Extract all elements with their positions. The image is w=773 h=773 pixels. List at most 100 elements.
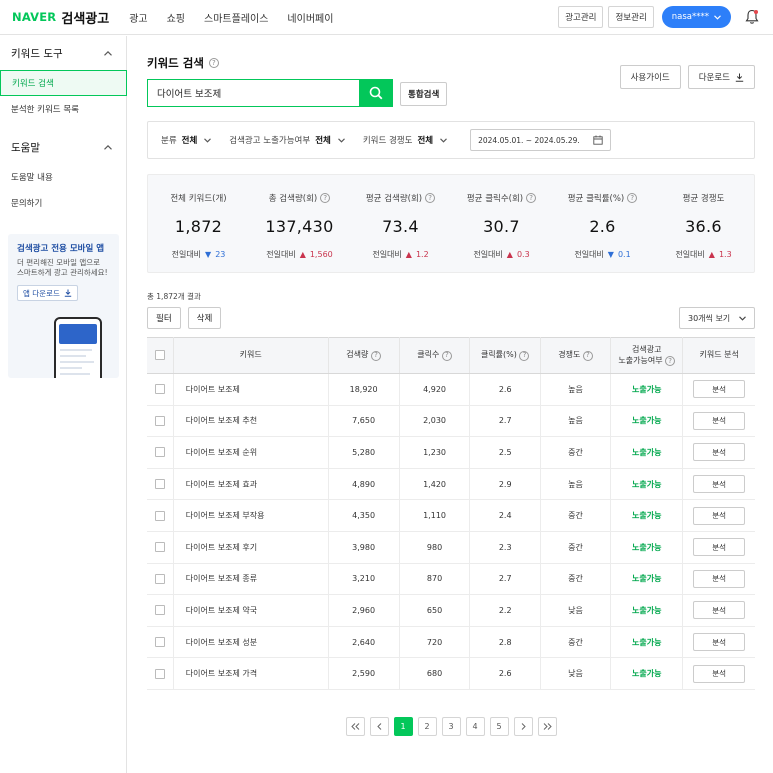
analyze-button[interactable]: 분석 [693, 538, 746, 557]
row-checkbox[interactable] [154, 542, 165, 553]
clicks-cell: 2,030 [399, 405, 471, 438]
analyze-button[interactable]: 분석 [693, 633, 746, 652]
page-number-button[interactable]: 3 [441, 717, 461, 736]
info-manage-button[interactable]: 정보관리 [608, 6, 654, 28]
help-icon[interactable]: ? [370, 350, 381, 361]
analysis-cell: 분석 [682, 626, 755, 659]
sidebar-item-help[interactable]: 도움말 내용 [0, 164, 126, 190]
table-row[interactable]: 다이어트 보조제 가격 2,590 680 2.6 낮음 노출가능 분석 [147, 657, 755, 690]
row-checkbox[interactable] [154, 510, 165, 521]
sidebar-section-keyword-tools[interactable]: 키워드 도구 [0, 36, 126, 70]
table-row[interactable]: 다이어트 보조제 종류 3,210 870 2.7 중간 노출가능 분석 [147, 563, 755, 596]
category-filter[interactable]: 분류 전체 [161, 134, 212, 146]
page-number-button[interactable]: 5 [489, 717, 509, 736]
help-icon[interactable]: ? [526, 193, 537, 203]
row-checkbox[interactable] [154, 637, 165, 648]
select-all-checkbox[interactable] [154, 349, 165, 360]
help-icon[interactable]: ? [425, 193, 436, 203]
sidebar-item-analyzed-list[interactable]: 분석한 키워드 목록 [0, 96, 126, 122]
sidebar-section-help[interactable]: 도움말 [0, 130, 126, 164]
date-range-picker[interactable]: 2024.05.01. ~ 2024.05.29. [470, 129, 612, 151]
sidebar-item-keyword-search[interactable]: 키워드 검색 [0, 70, 127, 96]
table-row[interactable]: 다이어트 보조제 부작용 4,350 1,110 2.4 중간 노출가능 분석 [147, 499, 755, 532]
last-page-button[interactable] [537, 717, 557, 736]
header-volume[interactable]: 검색량 ? [328, 337, 400, 374]
stat-delta: 1.3 [718, 250, 732, 259]
table-header-row: 키워드 검색량 ? 클릭수 ? 클릭률(%) ? 경쟁도 ? 검색광고 노출가능여… [147, 337, 755, 374]
row-checkbox[interactable] [154, 415, 165, 426]
analyze-button[interactable]: 분석 [693, 443, 746, 462]
header-competition[interactable]: 경쟁도 ? [540, 337, 612, 374]
stat-change: 전일대비 ▲ 0.3 [473, 249, 529, 260]
help-icon[interactable]: ? [627, 193, 638, 203]
header-analysis: 키워드 분석 [682, 337, 755, 374]
table-row[interactable]: 다이어트 보조제 성분 2,640 720 2.8 중간 노출가능 분석 [147, 626, 755, 659]
nav-smartplace[interactable]: 스마트플레이스 [204, 10, 268, 25]
analyze-button[interactable]: 분석 [693, 475, 746, 494]
row-checkbox[interactable] [154, 384, 165, 395]
row-checkbox[interactable] [154, 479, 165, 490]
search-button[interactable] [359, 80, 392, 106]
competition-cell: 중간 [540, 563, 612, 596]
filter-label: 키워드 경쟁도 [362, 136, 413, 146]
table-row[interactable]: 다이어트 보조제 추천 7,650 2,030 2.7 높음 노출가능 분석 [147, 405, 755, 438]
header-keyword[interactable]: 키워드 [173, 337, 329, 374]
analyze-button[interactable]: 분석 [693, 601, 746, 620]
row-select-cell [147, 373, 174, 406]
clicks-cell: 4,920 [399, 373, 471, 406]
help-icon[interactable]: ? [208, 58, 219, 68]
table-row[interactable]: 다이어트 보조제 순위 5,280 1,230 2.5 중간 노출가능 분석 [147, 436, 755, 469]
user-guide-button[interactable]: 사용가이드 [619, 65, 681, 89]
header-clicks[interactable]: 클릭수 ? [399, 337, 471, 374]
sidebar-item-inquiry[interactable]: 문의하기 [0, 190, 126, 216]
page-number-button[interactable]: 1 [393, 717, 413, 736]
download-button[interactable]: 다운로드 [687, 65, 755, 89]
stat-change: 전일대비 ▲ 1,560 [266, 249, 333, 260]
help-icon[interactable]: ? [441, 350, 452, 361]
row-checkbox[interactable] [154, 447, 165, 458]
help-icon[interactable]: ? [320, 193, 331, 203]
app-download-button[interactable]: 앱 다운로드 [17, 285, 78, 302]
analyze-button[interactable]: 분석 [693, 506, 746, 525]
bell-icon[interactable] [745, 9, 759, 25]
page-number-button[interactable]: 4 [465, 717, 485, 736]
keyword-search-input[interactable] [148, 80, 359, 106]
download-icon [735, 73, 744, 82]
nav-shopping[interactable]: 쇼핑 [167, 10, 185, 25]
header-exposure[interactable]: 검색광고 노출가능여부 ? [610, 337, 684, 374]
nav-ad[interactable]: 광고 [129, 10, 147, 25]
analyze-button[interactable]: 분석 [693, 664, 746, 683]
help-icon[interactable]: ? [665, 356, 676, 367]
first-page-button[interactable] [345, 717, 365, 736]
row-checkbox[interactable] [154, 605, 165, 616]
table-row[interactable]: 다이어트 보조제 효과 4,890 1,420 2.9 높음 노출가능 분석 [147, 468, 755, 501]
analyze-button[interactable]: 분석 [693, 411, 746, 430]
exposure-status: 노출가능 [632, 416, 662, 426]
next-page-button[interactable] [513, 717, 533, 736]
table-row[interactable]: 다이어트 보조제 약국 2,960 650 2.2 낮음 노출가능 분석 [147, 594, 755, 627]
page-number-button[interactable]: 2 [417, 717, 437, 736]
row-checkbox[interactable] [154, 668, 165, 679]
competition-filter[interactable]: 키워드 경쟁도 전체 [363, 134, 447, 146]
table-row[interactable]: 다이어트 보조제 18,920 4,920 2.6 높음 노출가능 분석 [147, 373, 755, 406]
table-row[interactable]: 다이어트 보조제 후기 3,980 980 2.3 중간 노출가능 분석 [147, 531, 755, 564]
exposure-filter[interactable]: 검색광고 노출가능여부 전체 [229, 134, 345, 146]
help-icon[interactable]: ? [582, 350, 593, 361]
prev-page-button[interactable] [369, 717, 389, 736]
stat-card: 평균 경쟁도 36.6 전일대비 ▲ 1.3 [653, 175, 754, 272]
stat-delta: 23 [215, 250, 226, 259]
page-size-select[interactable]: 30개씩 보기 [679, 307, 755, 329]
integrated-search-button[interactable]: 통합검색 [400, 82, 448, 106]
nav-naverpay[interactable]: 네이버페이 [287, 10, 333, 25]
ad-manage-button[interactable]: 광고관리 [558, 6, 604, 28]
account-button[interactable]: nasa**** [661, 6, 731, 28]
header-ctr[interactable]: 클릭률(%) ? [469, 337, 541, 374]
analyze-button[interactable]: 분석 [693, 569, 746, 588]
logo[interactable]: NAVER 검색광고 [12, 8, 109, 27]
analyze-button[interactable]: 분석 [693, 380, 746, 399]
delete-button[interactable]: 삭제 [187, 307, 222, 329]
row-checkbox[interactable] [154, 573, 165, 584]
date-range-text: 2024.05.01. ~ 2024.05.29. [478, 135, 580, 145]
filter-button[interactable]: 필터 [147, 307, 181, 329]
help-icon[interactable]: ? [519, 350, 530, 361]
